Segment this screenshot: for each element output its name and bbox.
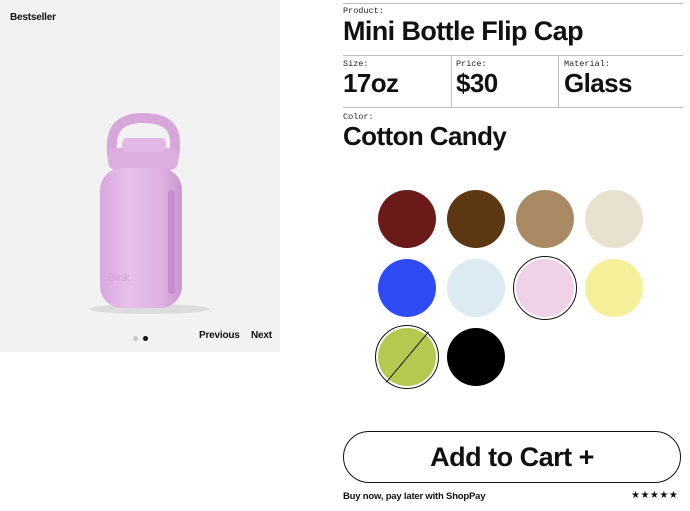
rating-stars: ★★★★★: [631, 490, 679, 501]
product-label: Product:: [343, 6, 384, 16]
price-value: $30: [456, 68, 498, 98]
material-block: Material: Glass: [564, 59, 632, 97]
divider: [343, 3, 683, 4]
color-swatch[interactable]: [375, 325, 439, 389]
product-title: Mini Bottle Flip Cap: [343, 16, 584, 46]
color-swatch[interactable]: [585, 190, 643, 248]
sold-out-slash: [385, 331, 430, 383]
add-to-cart-button[interactable]: Add to Cart +: [343, 431, 681, 483]
product-bottle-image: Bink: [90, 112, 210, 314]
bottle-brand-logo: Bink: [108, 272, 130, 284]
color-swatch[interactable]: [447, 328, 505, 386]
color-swatch[interactable]: [585, 259, 643, 317]
color-swatch[interactable]: [447, 190, 505, 248]
color-swatch[interactable]: [516, 190, 574, 248]
carousel-dots: [133, 336, 148, 341]
color-swatch[interactable]: [447, 259, 505, 317]
divider: [451, 56, 452, 107]
product-name-block: Product: Mini Bottle Flip Cap: [343, 6, 584, 46]
color-swatch[interactable]: [378, 190, 436, 248]
carousel-dot-1[interactable]: [133, 336, 138, 341]
next-button[interactable]: Next: [251, 330, 272, 341]
carousel-dot-2[interactable]: [143, 336, 148, 341]
color-value: Cotton Candy: [343, 121, 507, 151]
color-block: Color: Cotton Candy: [343, 112, 507, 151]
divider: [343, 107, 683, 108]
shoppay-link[interactable]: Buy now, pay later with ShopPay: [343, 491, 486, 502]
size-value: 17oz: [343, 68, 399, 98]
product-image-card: Bestseller Bink Previous Next: [0, 0, 280, 352]
color-swatch[interactable]: [378, 259, 436, 317]
color-swatch[interactable]: [513, 256, 577, 320]
material-value: Glass: [564, 68, 632, 98]
divider: [558, 56, 559, 107]
size-block: Size: 17oz: [343, 59, 399, 98]
divider: [343, 55, 683, 56]
previous-button[interactable]: Previous: [199, 330, 240, 341]
price-block: Price: $30: [456, 59, 498, 97]
